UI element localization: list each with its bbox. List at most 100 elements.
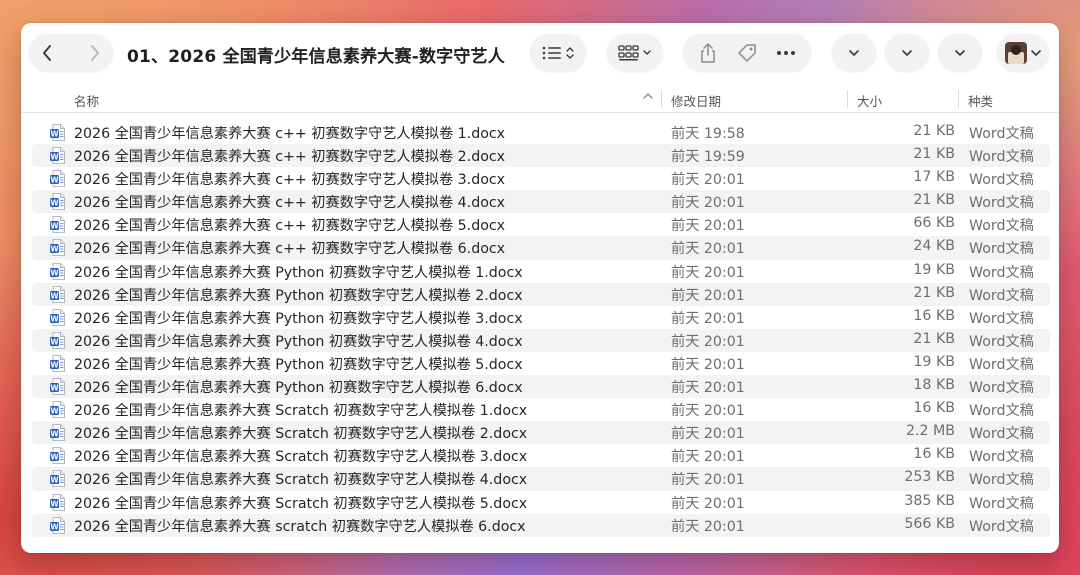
file-size: 566 KB: [904, 515, 955, 532]
file-name: 2026 全国青少年信息素养大赛 Scratch 初赛数字守艺人模拟卷 4.do…: [74, 472, 528, 489]
word-document-icon: W: [50, 516, 65, 534]
word-document-icon: W: [50, 285, 65, 303]
file-modified: 前天 19:58: [671, 126, 745, 142]
file-row[interactable]: W 2026 全国青少年信息素养大赛 c++ 初赛数字守艺人模拟卷 6.docx 前…: [32, 236, 1050, 260]
file-name: 2026 全国青少年信息素养大赛 Python 初赛数字守艺人模拟卷 3.doc…: [74, 310, 523, 327]
file-row[interactable]: W 2026 全国青少年信息素养大赛 Python 初赛数字守艺人模拟卷 2.do…: [32, 282, 1050, 306]
column-modified-header[interactable]: 修改日期: [671, 91, 721, 110]
file-row[interactable]: W 2026 全国青少年信息素养大赛 c++ 初赛数字守艺人模拟卷 4.docx 前…: [32, 190, 1050, 214]
avatar-menu-button[interactable]: [997, 34, 1049, 72]
toolbar: 01、2026 全国青少年信息素养大赛-数字守艺人: [21, 23, 1059, 85]
svg-text:W: W: [50, 453, 59, 462]
back-icon[interactable]: [41, 44, 53, 62]
file-name: 2026 全国青少年信息素养大赛 c++ 初赛数字守艺人模拟卷 6.docx: [74, 241, 506, 258]
file-name: 2026 全国青少年信息素养大赛 Scratch 初赛数字守艺人模拟卷 2.do…: [74, 426, 528, 443]
svg-text:W: W: [50, 152, 59, 161]
file-row[interactable]: W 2026 全国青少年信息素养大赛 c++ 初赛数字守艺人模拟卷 5.docx 前…: [32, 213, 1050, 236]
word-document-icon: W: [50, 124, 65, 141]
file-modified: 前天 20:01: [671, 218, 745, 235]
file-size: 19 KB: [913, 261, 955, 278]
file-modified: 前天 20:01: [671, 518, 745, 535]
chevron-down-icon: [1030, 49, 1042, 57]
tag-icon[interactable]: [736, 42, 758, 64]
chevron-down-icon: [848, 49, 860, 57]
group-button[interactable]: [607, 34, 663, 72]
list-view-icon: [541, 44, 575, 62]
file-name: 2026 全国青少年信息素养大赛 c++ 初赛数字守艺人模拟卷 1.docx: [74, 126, 506, 142]
file-row[interactable]: W 2026 全国青少年信息素养大赛 Scratch 初赛数字守艺人模拟卷 2.d…: [32, 421, 1050, 445]
column-name-header[interactable]: 名称: [74, 91, 99, 110]
file-modified: 前天 20:01: [671, 287, 745, 304]
dropdown-button-2[interactable]: [885, 34, 929, 72]
file-modified: 前天 20:01: [671, 241, 745, 258]
forward-icon[interactable]: [89, 44, 101, 62]
action-buttons: [683, 34, 811, 72]
file-size: 253 KB: [904, 469, 955, 486]
svg-text:W: W: [50, 383, 59, 392]
share-icon[interactable]: [698, 42, 718, 64]
file-row[interactable]: W 2026 全国青少年信息素养大赛 Scratch 初赛数字守艺人模拟卷 4.d…: [32, 467, 1050, 491]
svg-text:W: W: [50, 129, 59, 138]
file-row[interactable]: W 2026 全国青少年信息素养大赛 Python 初赛数字守艺人模拟卷 3.do…: [32, 306, 1050, 329]
chevron-down-icon: [954, 49, 966, 57]
svg-text:W: W: [50, 360, 59, 369]
file-kind: Word文稿: [969, 172, 1034, 189]
file-row[interactable]: W 2026 全国青少年信息素养大赛 c++ 初赛数字守艺人模拟卷 2.docx 前…: [32, 144, 1050, 168]
file-name: 2026 全国青少年信息素养大赛 c++ 初赛数字守艺人模拟卷 5.docx: [74, 218, 506, 235]
file-row[interactable]: W 2026 全国青少年信息素养大赛 Scratch 初赛数字守艺人模拟卷 3.d…: [32, 444, 1050, 467]
sort-ascending-icon[interactable]: [642, 89, 654, 104]
file-modified: 前天 20:01: [671, 403, 745, 420]
file-row[interactable]: W 2026 全国青少年信息素养大赛 Python 初赛数字守艺人模拟卷 4.do…: [32, 328, 1050, 352]
more-icon[interactable]: [776, 50, 796, 56]
file-kind: Word文稿: [969, 149, 1034, 166]
svg-text:W: W: [50, 314, 59, 323]
word-document-icon: W: [50, 424, 65, 442]
list-view-button[interactable]: [530, 34, 586, 72]
nav-buttons: [29, 34, 113, 72]
file-name: 2026 全国青少年信息素养大赛 c++ 初赛数字守艺人模拟卷 4.docx: [74, 195, 506, 212]
file-size: 21 KB: [913, 123, 955, 139]
dropdown-button-1[interactable]: [832, 34, 876, 72]
file-kind: Word文稿: [969, 333, 1034, 350]
dropdown-button-3[interactable]: [938, 34, 982, 72]
file-modified: 前天 20:01: [671, 310, 745, 327]
file-modified: 前天 19:59: [671, 149, 745, 166]
file-size: 21 KB: [913, 284, 955, 301]
file-name: 2026 全国青少年信息素养大赛 c++ 初赛数字守艺人模拟卷 2.docx: [74, 149, 506, 166]
chevron-down-icon: [901, 49, 913, 57]
word-document-icon: W: [50, 331, 65, 349]
file-kind: Word文稿: [969, 495, 1034, 512]
svg-text:W: W: [50, 222, 59, 231]
svg-text:W: W: [50, 476, 59, 485]
column-size-header[interactable]: 大小: [857, 91, 882, 110]
file-size: 17 KB: [913, 169, 955, 186]
file-row[interactable]: W 2026 全国青少年信息素养大赛 Scratch 初赛数字守艺人模拟卷 1.d…: [32, 398, 1050, 421]
svg-text:W: W: [50, 406, 59, 415]
file-size: 385 KB: [904, 492, 955, 509]
file-size: 18 KB: [913, 377, 955, 394]
file-name: 2026 全国青少年信息素养大赛 Scratch 初赛数字守艺人模拟卷 1.do…: [74, 403, 528, 420]
svg-text:W: W: [50, 268, 59, 277]
file-size: 19 KB: [913, 353, 955, 370]
svg-text:W: W: [50, 430, 59, 439]
word-document-icon: W: [50, 308, 65, 326]
column-kind-header[interactable]: 种类: [968, 91, 993, 110]
file-row[interactable]: W 2026 全国青少年信息素养大赛 c++ 初赛数字守艺人模拟卷 1.docx 前…: [32, 121, 1050, 144]
file-row[interactable]: W 2026 全国青少年信息素养大赛 Python 初赛数字守艺人模拟卷 6.do…: [32, 375, 1050, 399]
file-size: 24 KB: [913, 238, 955, 255]
file-modified: 前天 20:01: [671, 472, 745, 489]
file-list: W 2026 全国青少年信息素养大赛 c++ 初赛数字守艺人模拟卷 1.docx 前…: [32, 121, 1050, 537]
file-row[interactable]: W 2026 全国青少年信息素养大赛 scratch 初赛数字守艺人模拟卷 6.d…: [32, 513, 1050, 537]
file-name: 2026 全国青少年信息素养大赛 c++ 初赛数字守艺人模拟卷 3.docx: [74, 172, 506, 189]
file-kind: Word文稿: [969, 518, 1034, 535]
file-row[interactable]: W 2026 全国青少年信息素养大赛 Python 初赛数字守艺人模拟卷 1.do…: [32, 260, 1050, 283]
file-modified: 前天 20:01: [671, 356, 745, 373]
file-row[interactable]: W 2026 全国青少年信息素养大赛 Scratch 初赛数字守艺人模拟卷 5.d…: [32, 491, 1050, 514]
file-kind: Word文稿: [969, 356, 1034, 373]
file-size: 16 KB: [913, 400, 955, 417]
file-row[interactable]: W 2026 全国青少年信息素养大赛 Python 初赛数字守艺人模拟卷 5.do…: [32, 352, 1050, 375]
file-row[interactable]: W 2026 全国青少年信息素养大赛 c++ 初赛数字守艺人模拟卷 3.docx 前…: [32, 167, 1050, 190]
word-document-icon: W: [50, 170, 65, 188]
svg-text:W: W: [50, 199, 59, 208]
word-document-icon: W: [50, 470, 65, 488]
